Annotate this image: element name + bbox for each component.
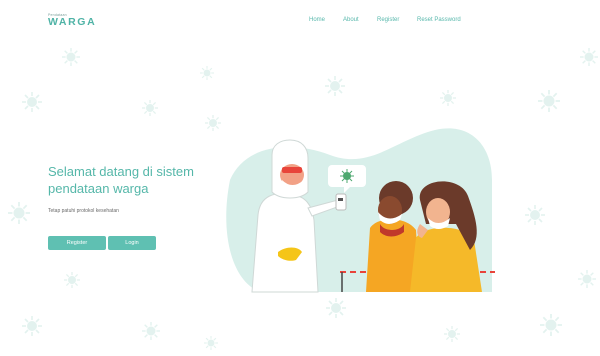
hero-subtitle: Tetap patuhi protokol kesehatan (48, 208, 119, 214)
nav-link-about[interactable]: About (343, 17, 359, 23)
brand-name: WARGA (48, 16, 97, 28)
virus-icon (22, 92, 42, 112)
virus-icon (326, 298, 346, 318)
virus-icon (205, 115, 221, 131)
nav-link-register[interactable]: Register (377, 17, 399, 23)
virus-icon (64, 272, 80, 288)
register-button[interactable]: Register (48, 236, 106, 250)
brand-logo[interactable]: Pendataan WARGA (48, 13, 96, 28)
login-button[interactable]: Login (108, 236, 156, 250)
virus-icon (204, 336, 218, 350)
virus-icon (200, 66, 214, 80)
health-worker-illustration (220, 120, 495, 300)
nav-link-reset-password[interactable]: Reset Password (417, 17, 461, 23)
virus-icon (62, 48, 80, 66)
virus-icon (8, 202, 30, 224)
virus-icon (444, 326, 460, 342)
hero-title: Selamat datang di sistem pendataan warga (48, 164, 194, 196)
nav-link-home[interactable]: Home (309, 17, 325, 23)
virus-icon (538, 90, 560, 112)
virus-icon (142, 100, 158, 116)
virus-icon (440, 90, 456, 106)
virus-icon (578, 270, 596, 288)
virus-icon (325, 76, 345, 96)
virus-icon (22, 316, 42, 336)
virus-icon (525, 205, 545, 225)
virus-icon (540, 314, 562, 336)
virus-icon (142, 322, 160, 340)
virus-icon (580, 48, 598, 66)
